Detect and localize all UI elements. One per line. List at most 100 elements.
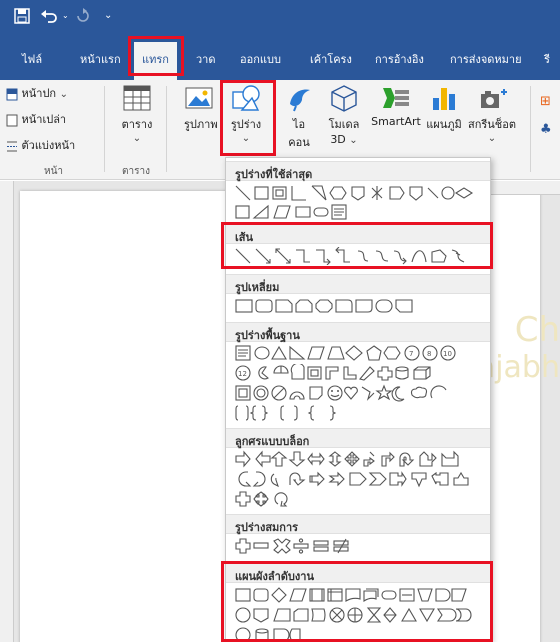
basic-shapes-icons-1[interactable]: 7 8 10 [234, 344, 484, 362]
smartart-button[interactable]: SmartArt [368, 84, 424, 128]
equation-shapes-row [234, 537, 384, 555]
gallery-section-block-arrows: ลูกศรแบบบล็อก [226, 428, 490, 448]
smartart-label: SmartArt [371, 115, 421, 128]
basic-shapes-icons-4[interactable] [234, 404, 374, 422]
redo-icon[interactable] [76, 8, 90, 28]
rectangles-row [234, 297, 434, 315]
customize-qat-icon[interactable]: ⌄ [104, 10, 112, 21]
cover-page-icon [6, 88, 18, 100]
picture-icon [185, 87, 213, 109]
undo-icon[interactable] [40, 8, 58, 28]
flowchart-row-3 [234, 626, 344, 642]
recent-shapes-icons-2[interactable] [234, 203, 364, 221]
vertical-ruler [0, 181, 14, 642]
pictures-button[interactable]: รูปภาพ [184, 84, 224, 133]
table-icon [123, 85, 151, 111]
3d-models-button[interactable]: โมเดล 3D ⌄ [322, 84, 366, 146]
tab-mailings[interactable]: การส่งจดหมาย [450, 50, 522, 68]
blank-page-icon [6, 114, 18, 126]
shapes-gallery: รูปร่างที่ใช้ล่าสุด เส้น รูปเหลี่ยม รูปร… [225, 157, 491, 642]
icons-label-line2: คอน [288, 136, 310, 149]
recent-shapes-icons[interactable] [234, 184, 474, 202]
section-label: ลูกศรแบบบล็อก [235, 435, 310, 448]
section-label: รูปเหลี่ยม [235, 281, 280, 294]
recent-shapes-row-1 [234, 184, 474, 202]
svg-text:12: 12 [238, 370, 247, 378]
cube-icon [331, 85, 357, 112]
undo-dropdown-icon[interactable]: ⌄ [62, 11, 69, 20]
flowchart-icons-2[interactable] [234, 606, 484, 624]
line-shapes-icons[interactable] [234, 247, 484, 265]
shapes-dropdown-icon: ⌄ [241, 133, 251, 144]
table-group-label: ตาราง [122, 166, 150, 177]
block-arrows-icons-1[interactable] [234, 450, 484, 468]
block-arrows-icons-3[interactable] [234, 490, 314, 508]
shapes-label: รูปร่าง [230, 118, 262, 131]
tab-layout[interactable]: เค้าโครง [310, 50, 352, 68]
chart-label: แผนภูมิ [426, 118, 462, 131]
svg-text:10: 10 [443, 350, 452, 358]
gallery-section-basic: รูปร่างพื้นฐาน [226, 322, 490, 342]
tab-review[interactable]: รี [544, 50, 550, 68]
3d-models-label-line2-text: 3D [330, 133, 346, 146]
screenshot-label-text: สกรีนช็อต [467, 118, 517, 131]
section-label: รูปร่างสมการ [235, 521, 299, 534]
basic-shapes-icons-2[interactable]: 12 [234, 364, 484, 382]
block-arrows-row-2 [234, 470, 484, 488]
section-label: เส้น [235, 231, 253, 244]
section-label: แผนผังลำดับงาน [235, 570, 314, 583]
basic-shapes-row-2: 12 [234, 364, 484, 382]
divider [530, 86, 531, 172]
flowchart-row-2 [234, 606, 484, 624]
shapes-icon [232, 85, 260, 111]
gallery-section-equation: รูปร่างสมการ [226, 514, 490, 534]
header-footer-icon[interactable]: ⊞ [540, 94, 551, 109]
gallery-section-flowchart: แผนผังลำดับงาน [226, 563, 490, 583]
icons-label-line1: ไอ [292, 118, 306, 131]
3d-models-label-line2: 3D ⌄ [330, 133, 358, 146]
basic-shapes-icons-3[interactable] [234, 384, 484, 402]
gallery-section-rectangles: รูปเหลี่ยม [226, 274, 490, 294]
chart-button[interactable]: แผนภูมิ [426, 84, 462, 133]
shapes-button[interactable]: รูปร่าง ⌄ [226, 84, 266, 144]
tab-design[interactable]: ออกแบบ [240, 50, 281, 68]
tab-file[interactable]: ไฟล์ [22, 50, 42, 68]
tab-insert[interactable]: แทรก [134, 42, 177, 80]
blank-page-button[interactable]: หน้าเปล่า [6, 110, 66, 128]
watermark-text-line1: Ch [514, 310, 560, 350]
section-label: รูปร่างพื้นฐาน [235, 329, 300, 342]
tab-draw[interactable]: วาด [196, 50, 216, 68]
icons-button[interactable]: ไอ คอน [282, 84, 316, 151]
gallery-section-recent: รูปร่างที่ใช้ล่าสุด [226, 161, 490, 181]
screenshot-dropdown-icon: ⌄ [487, 133, 497, 144]
page-break-icon [7, 141, 17, 151]
addins-icon[interactable]: ♣ [540, 122, 552, 137]
table-dropdown-icon: ⌄ [132, 133, 142, 144]
page-break-label: ตัวแบ่งหน้า [21, 139, 76, 152]
flowchart-icons-3[interactable] [234, 626, 344, 642]
svg-text:7: 7 [409, 350, 413, 358]
block-arrows-row-1 [234, 450, 484, 468]
divider [104, 86, 105, 172]
equation-shapes-icons[interactable] [234, 537, 384, 555]
horizontal-ruler [488, 181, 560, 195]
flowchart-row-1 [234, 586, 484, 604]
pages-group-label: หน้า [44, 166, 64, 177]
section-label: รูปร่างที่ใช้ล่าสุด [235, 168, 313, 181]
screenshot-button[interactable]: สกรีนช็อต ⌄ [466, 84, 518, 144]
table-button[interactable]: ตาราง ⌄ [120, 84, 154, 144]
cover-page-button[interactable]: หน้าปก ⌄ [6, 84, 68, 102]
page-break-button[interactable]: ตัวแบ่งหน้า [6, 136, 75, 154]
svg-text:8: 8 [427, 350, 431, 358]
smartart-icon [383, 88, 409, 108]
gallery-section-lines: เส้น [226, 224, 490, 244]
pictures-label: รูปภาพ [184, 118, 218, 131]
save-icon[interactable] [14, 8, 30, 28]
rectangle-shapes-icons[interactable] [234, 297, 434, 315]
block-arrows-icons-2[interactable] [234, 470, 484, 488]
chart-icon [433, 88, 455, 110]
divider [166, 86, 167, 172]
tab-home[interactable]: หน้าแรก [80, 50, 121, 68]
tab-references[interactable]: การอ้างอิง [375, 50, 424, 68]
flowchart-icons-1[interactable] [234, 586, 484, 604]
